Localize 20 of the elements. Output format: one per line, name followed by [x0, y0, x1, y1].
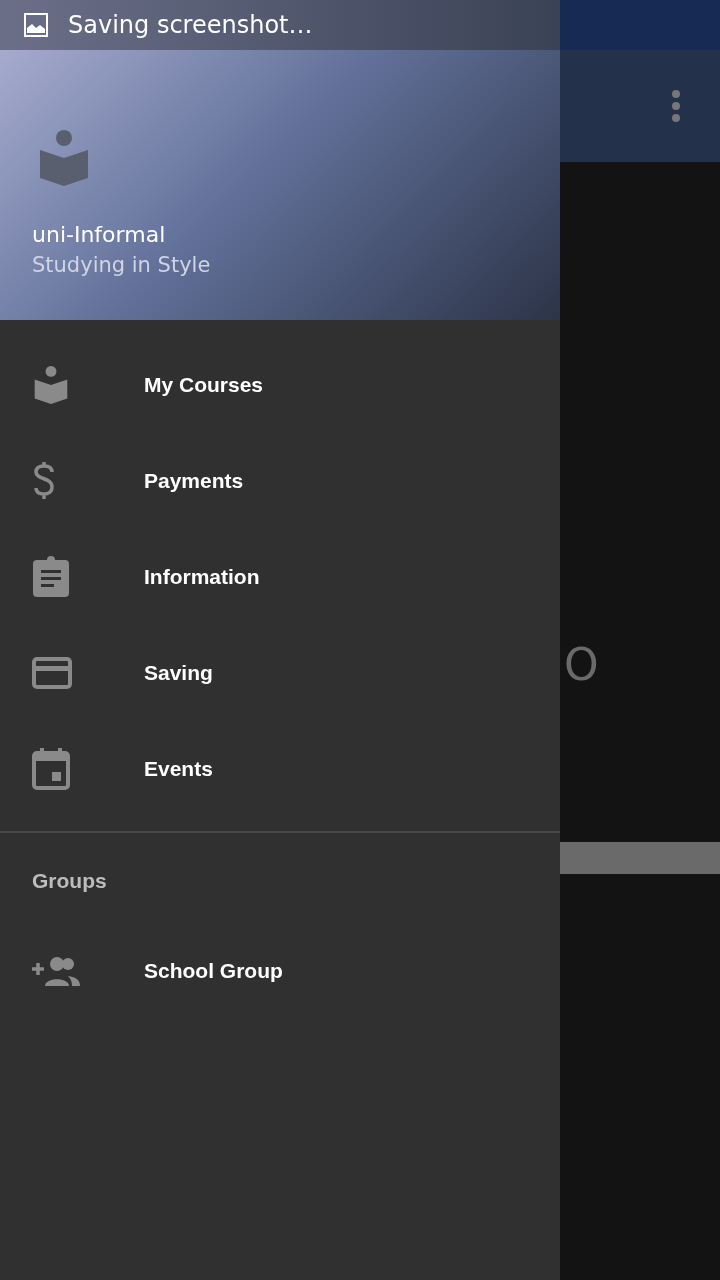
menu-item[interactable]: Information [0, 529, 560, 625]
image-icon [24, 13, 48, 37]
partial-text: O [564, 640, 599, 690]
section-title: Groups [31, 868, 108, 893]
menu-item[interactable]: Saving [0, 625, 560, 721]
menu-item[interactable]: Events [0, 721, 560, 817]
credit-card-icon [32, 657, 72, 689]
dollar-icon [32, 462, 56, 500]
menu-item[interactable]: Payments [0, 433, 560, 529]
app-tagline: Studying in Style [32, 253, 211, 277]
clipboard-icon [32, 556, 70, 598]
add-group-icon [32, 956, 80, 986]
more-options-icon[interactable] [671, 89, 681, 123]
menu-item[interactable]: My Courses [0, 337, 560, 433]
book-reader-icon [32, 366, 70, 404]
book-reader-icon [39, 130, 89, 186]
app-name: uni-Informal [32, 222, 166, 247]
notification-text: Saving screenshot… [68, 11, 313, 39]
calendar-icon [32, 748, 70, 790]
menu-item[interactable]: School Group [0, 923, 560, 1019]
